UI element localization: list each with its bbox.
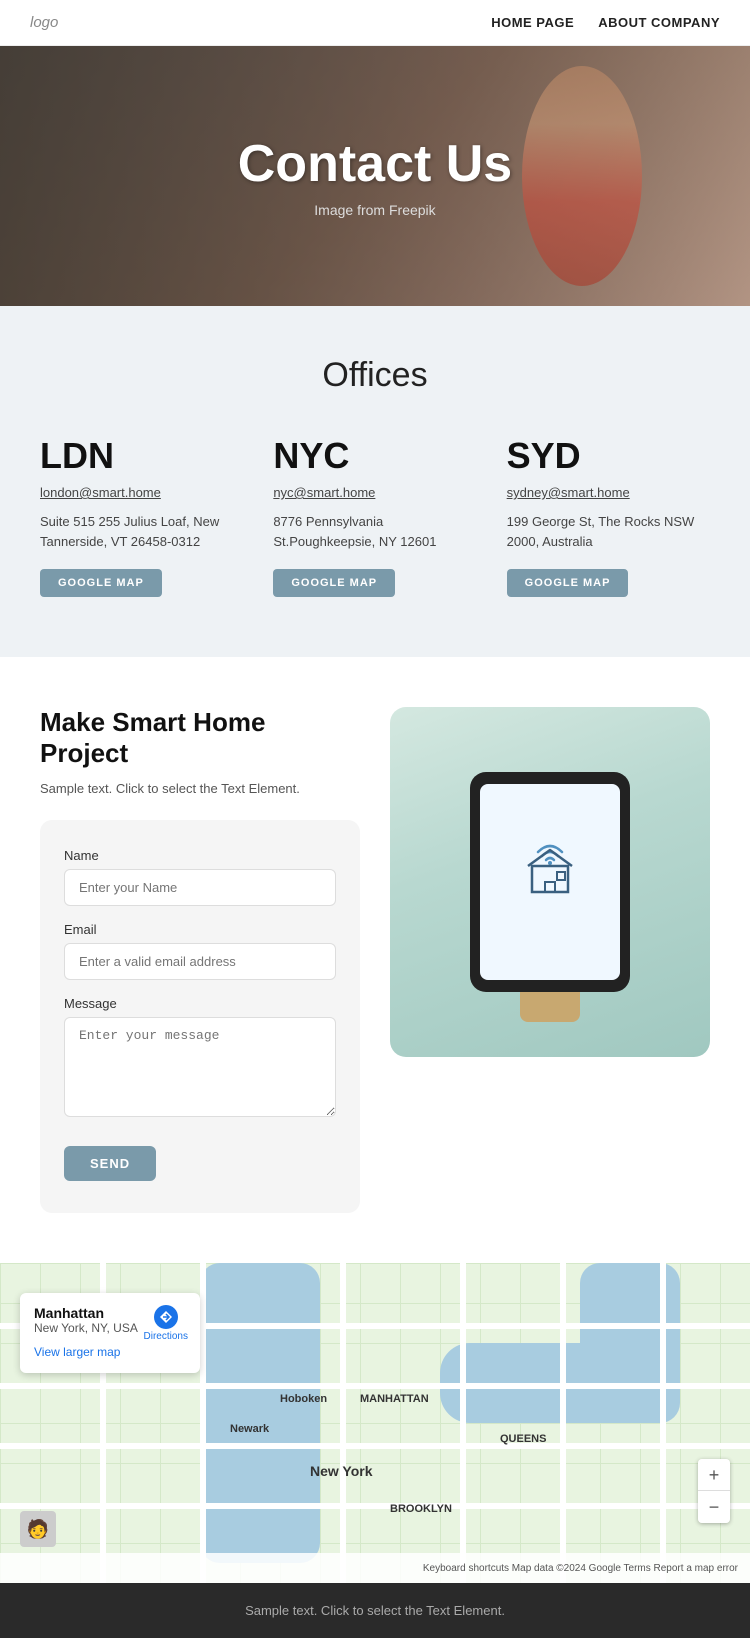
message-group: Message (64, 996, 336, 1122)
office-email-ldn[interactable]: london@smart.home (40, 485, 243, 500)
office-email-nyc[interactable]: nyc@smart.home (273, 485, 476, 500)
office-address-syd: 199 George St, The Rocks NSW 2000, Austr… (507, 512, 710, 551)
office-map-btn-syd[interactable]: GOOGLE MAP (507, 569, 629, 597)
office-city-syd: SYD (507, 435, 710, 477)
map-popup: Directions Manhattan New York, NY, USA V… (20, 1293, 200, 1373)
map-label-manhattan: MANHATTAN (360, 1393, 429, 1405)
map-label-newyork: New York (310, 1463, 373, 1479)
map-label-queens: QUEENS (500, 1433, 546, 1445)
map-road-v6 (660, 1263, 666, 1583)
map-label-hoboken: Hoboken (280, 1393, 327, 1405)
office-map-btn-nyc[interactable]: GOOGLE MAP (273, 569, 395, 597)
tablet-device (470, 772, 630, 992)
office-map-btn-ldn[interactable]: GOOGLE MAP (40, 569, 162, 597)
message-label: Message (64, 996, 336, 1011)
tablet-screen (480, 784, 620, 980)
offices-grid: LDN london@smart.home Suite 515 255 Juli… (40, 435, 710, 597)
map-copyright: Keyboard shortcuts Map data ©2024 Google… (423, 1563, 738, 1574)
smart-right-col (390, 707, 710, 1057)
footer: Sample text. Click to select the Text El… (0, 1583, 750, 1638)
map-road-v2 (200, 1263, 206, 1583)
directions-icon (154, 1305, 178, 1329)
name-group: Name (64, 848, 336, 906)
email-group: Email (64, 922, 336, 980)
map-bottombar: Keyboard shortcuts Map data ©2024 Google… (0, 1553, 750, 1583)
zoom-in-button[interactable]: + (698, 1459, 730, 1491)
send-button[interactable]: SEND (64, 1146, 156, 1181)
office-city-nyc: NYC (273, 435, 476, 477)
email-label: Email (64, 922, 336, 937)
map-road-v5 (560, 1263, 566, 1583)
name-label: Name (64, 848, 336, 863)
office-card-syd: SYD sydney@smart.home 199 George St, The… (507, 435, 710, 597)
logo: logo (30, 14, 58, 31)
map-section: Newark New York BROOKLYN QUEENS MANHATTA… (0, 1263, 750, 1583)
map-road-v3 (340, 1263, 346, 1583)
nav-about[interactable]: ABOUT COMPANY (598, 15, 720, 30)
map-water-hudson (200, 1263, 320, 1563)
directions-button[interactable]: Directions (144, 1305, 188, 1342)
smart-home-section: Make Smart Home Project Sample text. Cli… (0, 657, 750, 1263)
smart-inner: Make Smart Home Project Sample text. Cli… (40, 707, 710, 1213)
office-card-ldn: LDN london@smart.home Suite 515 255 Juli… (40, 435, 243, 597)
tablet-illustration (470, 772, 630, 992)
office-city-ldn: LDN (40, 435, 243, 477)
map-zoom-controls: + − (698, 1459, 730, 1523)
map-label-newark: Newark (230, 1423, 269, 1435)
nav-links: HOME PAGE ABOUT COMPANY (491, 15, 720, 30)
office-email-syd[interactable]: sydney@smart.home (507, 485, 710, 500)
tablet-stand (520, 992, 580, 1022)
office-address-nyc: 8776 Pennsylvania St.Poughkeepsie, NY 12… (273, 512, 476, 551)
smart-home-image (390, 707, 710, 1057)
email-input[interactable] (64, 943, 336, 980)
directions-label: Directions (144, 1331, 188, 1342)
map-road-v4 (460, 1263, 466, 1583)
footer-text: Sample text. Click to select the Text El… (40, 1603, 710, 1618)
nav-home[interactable]: HOME PAGE (491, 15, 574, 30)
offices-section: Offices LDN london@smart.home Suite 515 … (0, 306, 750, 657)
message-textarea[interactable] (64, 1017, 336, 1117)
office-address-ldn: Suite 515 255 Julius Loaf, New Tannersid… (40, 512, 243, 551)
contact-form: Name Email Message SEND (40, 820, 360, 1213)
map-road-4 (0, 1503, 750, 1509)
navbar: logo HOME PAGE ABOUT COMPANY (0, 0, 750, 46)
map-road-2 (0, 1383, 750, 1389)
offices-title: Offices (40, 356, 710, 395)
popup-link[interactable]: View larger map (34, 1345, 120, 1359)
hero-section: Contact Us Image from Freepik (0, 46, 750, 306)
house-icon (510, 840, 590, 925)
smart-title: Make Smart Home Project (40, 707, 360, 769)
hero-subtitle: Image from Freepik (238, 202, 512, 218)
map-road-3 (0, 1443, 750, 1449)
smart-desc: Sample text. Click to select the Text El… (40, 781, 360, 796)
smart-left-col: Make Smart Home Project Sample text. Cli… (40, 707, 360, 1213)
map-label-brooklyn: BROOKLYN (390, 1503, 452, 1515)
zoom-out-button[interactable]: − (698, 1491, 730, 1523)
hero-title: Contact Us (238, 134, 512, 194)
map-avatar: 🧑 (20, 1511, 56, 1547)
hero-text: Contact Us Image from Freepik (238, 134, 512, 218)
name-input[interactable] (64, 869, 336, 906)
office-card-nyc: NYC nyc@smart.home 8776 Pennsylvania St.… (273, 435, 476, 597)
